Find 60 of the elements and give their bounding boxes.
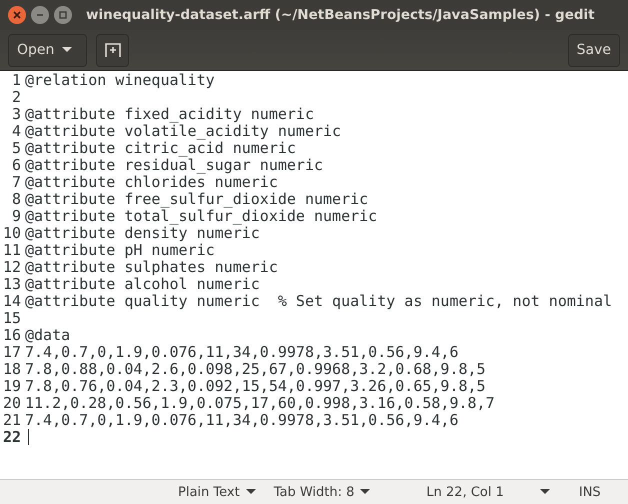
line-number: 8 xyxy=(10,191,22,208)
maximize-icon xyxy=(58,10,68,20)
code-line: 7.8,0.76,0.04,2.3,0.092,15,54,0.997,3.26,0.65,9.8,5 xyxy=(25,378,486,395)
tab-width-dropdown[interactable]: Tab Width: 8 xyxy=(274,484,370,500)
code-line: @data xyxy=(25,327,70,344)
code-line: @attribute quality numeric % Set quality as numeric, not nominal xyxy=(25,293,612,310)
line-number: 19 xyxy=(2,378,22,395)
code-line: @attribute total_sulfur_dioxide numeric xyxy=(25,208,378,225)
code-line: 7.4,0.7,0,1.9,0.076,11,34,0.9978,3.51,0.56,9.4,6 xyxy=(25,344,458,361)
open-button[interactable]: Open xyxy=(8,34,88,66)
cursor-position-dropdown[interactable]: Ln 22, Col 1 xyxy=(426,484,550,500)
line-number: 12 xyxy=(2,259,22,276)
save-button[interactable]: Save xyxy=(568,34,620,66)
line-number: 6 xyxy=(10,157,22,174)
line-number: 16 xyxy=(2,327,22,344)
code-line: @attribute citric_acid numeric xyxy=(25,140,296,157)
line-number: 17 xyxy=(2,344,22,361)
minimize-button[interactable] xyxy=(31,6,49,24)
code-line: 7.4,0.7,0,1.9,0.076,11,34,0.9978,3.51,0.56,9.4,6 xyxy=(25,412,458,429)
line-number: 5 xyxy=(10,140,22,157)
caret-icon xyxy=(540,489,550,495)
code-line: @attribute density numeric xyxy=(25,225,260,242)
code-line: @attribute free_sulfur_dioxide numeric xyxy=(25,191,368,208)
code-line: @attribute chlorides numeric xyxy=(25,174,278,191)
line-number: 14 xyxy=(2,293,22,310)
line-number: 3 xyxy=(10,106,22,123)
line-number: 7 xyxy=(10,174,22,191)
maximize-button[interactable] xyxy=(54,6,72,24)
code-line: @relation winequality xyxy=(25,72,215,89)
line-number: 2 xyxy=(10,89,22,106)
line-number: 1 xyxy=(10,72,22,89)
caret-icon xyxy=(360,489,370,495)
line-number: 15 xyxy=(2,310,22,327)
code-line: @attribute fixed_acidity numeric xyxy=(25,106,314,123)
code-line: 7.8,0.88,0.04,2.6,0.098,25,67,0.9968,3.2,0.68,9.8,5 xyxy=(25,361,486,378)
line-number: 22 xyxy=(2,429,22,446)
caret-icon xyxy=(246,489,256,495)
line-number: 13 xyxy=(2,276,22,293)
text-cursor xyxy=(28,429,29,445)
language-dropdown[interactable]: Plain Text xyxy=(178,484,256,500)
close-icon xyxy=(12,10,22,20)
line-number: 9 xyxy=(10,208,22,225)
code-line: @attribute volatile_acidity numeric xyxy=(25,123,342,140)
insert-mode: INS xyxy=(578,484,601,500)
line-number: 21 xyxy=(2,412,22,429)
window-title: winequality-dataset.arff (~/NetBeansProjects/JavaSamples) - gedit xyxy=(86,7,595,23)
code-line: @attribute sulphates numeric xyxy=(25,259,278,276)
line-number: 4 xyxy=(10,123,22,140)
code-line: 11.2,0.28,0.56,1.9,0.075,17,60,0.998,3.16,0.58,9.8,7 xyxy=(25,395,495,412)
line-number: 18 xyxy=(2,361,22,378)
close-button[interactable] xyxy=(8,6,26,24)
caret-icon xyxy=(62,47,72,53)
code-line: @attribute pH numeric xyxy=(25,242,215,259)
line-number: 10 xyxy=(2,225,22,242)
new-tab-icon xyxy=(104,42,121,58)
line-number: 20 xyxy=(2,395,22,412)
new-tab-button[interactable] xyxy=(96,34,130,66)
code-line: @attribute residual_sugar numeric xyxy=(25,157,324,174)
code-line: @attribute alcohol numeric xyxy=(25,276,260,293)
line-number: 11 xyxy=(2,242,22,259)
